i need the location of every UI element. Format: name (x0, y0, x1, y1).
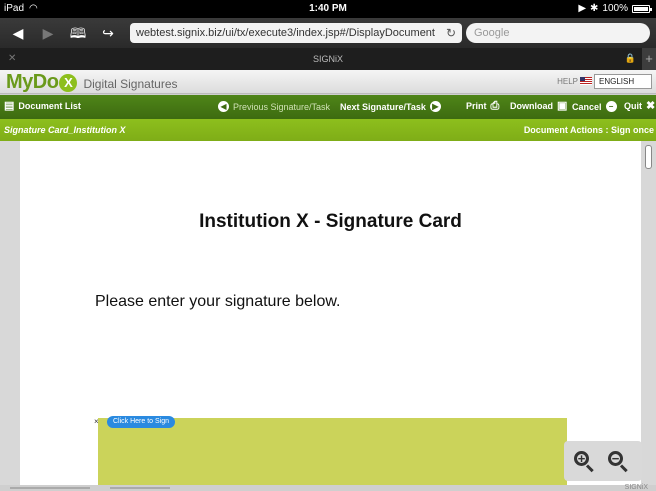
quit-label: Quit (624, 101, 642, 111)
minus-circle-icon: − (605, 101, 617, 112)
document-title: Institution X - Signature Card (199, 211, 462, 232)
previous-task-button[interactable]: ◀ Previous Signature/Task (218, 101, 330, 112)
lock-icon: 🔒 (624, 53, 636, 63)
download-label: Download (510, 101, 553, 111)
document-viewer: Institution X - Signature Card Please en… (0, 141, 656, 491)
reload-icon[interactable]: ↻ (446, 23, 456, 43)
document-list-icon: ▤ (4, 100, 15, 112)
app-subtitle: Digital Signatures (83, 76, 178, 91)
status-time: 1:40 PM (309, 3, 347, 14)
download-button[interactable]: Download ▣ (510, 100, 568, 112)
cancel-button[interactable]: Cancel − (572, 101, 617, 112)
url-bar[interactable]: webtest.signix.biz/ui/tx/execute3/index.… (130, 23, 462, 43)
browser-toolbar: ◀ ▶ 🕮 ↪ webtest.signix.biz/ui/tx/execute… (0, 18, 656, 48)
cancel-label: Cancel (572, 101, 602, 112)
quit-button[interactable]: Quit ✖ (624, 100, 656, 112)
document-page: Institution X - Signature Card Please en… (20, 141, 641, 491)
document-info-bar: Signature Card_Institution X Document Ac… (0, 119, 656, 141)
help-link[interactable]: HELP (557, 77, 578, 86)
printer-icon: ⎙ (490, 100, 500, 112)
browser-tab-bar: ✕ SIGNiX 🔒 + (0, 48, 656, 70)
print-label: Print (466, 101, 487, 111)
signature-marker: × (94, 417, 99, 426)
action-toolbar: ▤ Document List ◀ Previous Signature/Tas… (0, 95, 656, 119)
language-select[interactable]: ENGLISH (594, 74, 652, 89)
bluetooth-icon: ✱ (590, 3, 599, 14)
signature-field[interactable] (98, 418, 567, 491)
zoom-out-icon[interactable]: − (606, 449, 630, 473)
document-instruction: Please enter your signature below. (95, 293, 341, 310)
logo-badge: X (59, 73, 78, 92)
close-x-icon: ✖ (646, 100, 656, 112)
us-flag-icon (580, 77, 592, 85)
save-disk-icon: ▣ (557, 100, 568, 112)
previous-task-label: Previous Signature/Task (233, 101, 331, 112)
next-task-button[interactable]: Next Signature/Task ▶ (340, 101, 441, 112)
ios-status-bar: iPad ◠ 1:40 PM ▶ ✱ 100% (0, 0, 656, 18)
document-scrollbar[interactable] (645, 145, 652, 169)
battery-icon (632, 4, 652, 13)
search-input[interactable]: Google (466, 23, 650, 43)
app-logo: MyDo X Digital Signatures (6, 71, 178, 94)
document-actions-label: Document Actions : Sign once (523, 125, 654, 135)
logo-text: MyDo (6, 71, 59, 93)
app-header: MyDo X Digital Signatures HELP ENGLISH (0, 70, 656, 94)
forward-icon[interactable]: ▶ (38, 23, 58, 43)
zoom-in-icon[interactable]: + (572, 449, 596, 473)
footer-strip: SIGNiX (0, 484, 656, 491)
document-list-button[interactable]: ▤ Document List (4, 100, 81, 112)
bookmarks-icon[interactable]: 🕮 (68, 23, 88, 43)
battery-percent: 100% (602, 3, 628, 14)
new-tab-button[interactable]: + (642, 48, 656, 70)
status-right: ▶ ✱ 100% (578, 3, 652, 14)
next-arrow-icon: ▶ (429, 101, 441, 112)
ipad-screen: iPad ◠ 1:40 PM ▶ ✱ 100% ◀ ▶ 🕮 ↪ webtest.… (0, 0, 656, 491)
document-list-label: Document List (18, 101, 81, 111)
next-task-label: Next Signature/Task (340, 101, 426, 112)
back-icon[interactable]: ◀ (8, 23, 28, 43)
previous-arrow-icon: ◀ (218, 101, 229, 112)
tab-title[interactable]: SIGNiX (0, 54, 656, 64)
url-text: webtest.signix.biz/ui/tx/execute3/index.… (136, 27, 435, 39)
click-to-sign-button[interactable]: Click Here to Sign (107, 416, 176, 428)
share-icon[interactable]: ↪ (98, 23, 118, 43)
print-button[interactable]: Print ⎙ (466, 100, 500, 112)
location-icon: ▶ (578, 3, 587, 14)
zoom-controls: + − (564, 441, 642, 481)
document-name: Signature Card_Institution X (4, 125, 126, 135)
footer-brand: SIGNiX (624, 484, 648, 491)
